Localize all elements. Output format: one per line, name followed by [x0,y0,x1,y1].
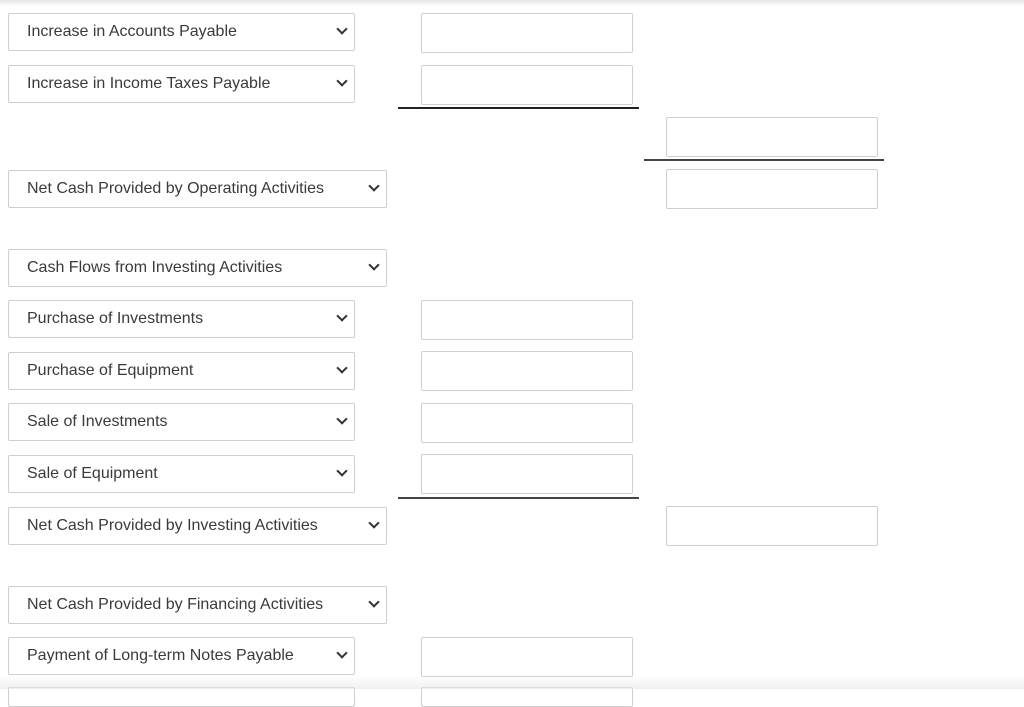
net-cash-operating-input[interactable] [666,169,878,209]
account-select-net-cash-operating[interactable]: Net Cash Provided by Operating Activitie… [8,170,387,208]
account-select-sale-equipment[interactable]: Sale of Equipment [8,455,355,493]
amount-input-sale-equipment[interactable] [421,454,633,494]
select-label: Payment of Long-term Notes Payable [27,647,294,664]
amount-input-purchase-equipment[interactable] [421,351,633,391]
account-select-net-cash-financing[interactable]: Net Cash Provided by Financing Activitie… [8,586,387,624]
select-label: Purchase of Equipment [27,362,194,379]
select-label: Cash Flows from Investing Activities [27,259,283,276]
select-label: Sale of Equipment [27,465,158,482]
account-select-purchase-equipment[interactable]: Purchase of Equipment [8,352,355,390]
chevron-down-icon [336,310,348,322]
subtotal-underline [398,497,639,499]
total-underline [644,159,884,161]
chevron-down-icon [336,75,348,87]
account-select-cash-flows-investing[interactable]: Cash Flows from Investing Activities [8,249,387,287]
amount-input-increase-income-taxes-payable[interactable] [421,65,633,105]
chevron-down-icon [368,180,380,192]
select-label: Net Cash Provided by Operating Activitie… [27,180,325,197]
net-cash-investing-input[interactable] [666,506,878,546]
amount-input-purchase-investments[interactable] [421,300,633,340]
chevron-down-icon [336,413,348,425]
subtotal-underline [398,107,639,109]
account-select-payment-long-term-notes[interactable]: Payment of Long-term Notes Payable [8,637,355,675]
account-select-net-cash-investing[interactable]: Net Cash Provided by Investing Activitie… [8,507,387,545]
chevron-down-icon [336,647,348,659]
top-shadow [0,0,1024,6]
account-select-sale-investments[interactable]: Sale of Investments [8,403,355,441]
chevron-down-icon [368,259,380,271]
chevron-down-icon [368,596,380,608]
select-label: Net Cash Provided by Investing Activitie… [27,517,318,534]
amount-input-next-row[interactable] [421,687,633,707]
amount-input-sale-investments[interactable] [421,403,633,443]
amount-input-payment-long-term-notes[interactable] [421,637,633,677]
account-select-increase-income-taxes-payable[interactable]: Increase in Income Taxes Payable [8,65,355,103]
operating-adjustments-total-input[interactable] [666,117,878,157]
chevron-down-icon [368,517,380,529]
account-select-increase-accounts-payable[interactable]: Increase in Accounts Payable [8,13,355,51]
chevron-down-icon [336,465,348,477]
chevron-down-icon [336,23,348,35]
amount-input-increase-accounts-payable[interactable] [421,13,633,53]
bottom-fade [0,675,1024,689]
select-label: Net Cash Provided by Financing Activitie… [27,596,324,613]
account-select-next-row[interactable] [8,687,355,707]
chevron-down-icon [336,362,348,374]
select-label: Increase in Accounts Payable [27,23,237,40]
select-label: Increase in Income Taxes Payable [27,75,271,92]
select-label: Purchase of Investments [27,310,204,327]
select-label: Sale of Investments [27,413,168,430]
account-select-purchase-investments[interactable]: Purchase of Investments [8,300,355,338]
